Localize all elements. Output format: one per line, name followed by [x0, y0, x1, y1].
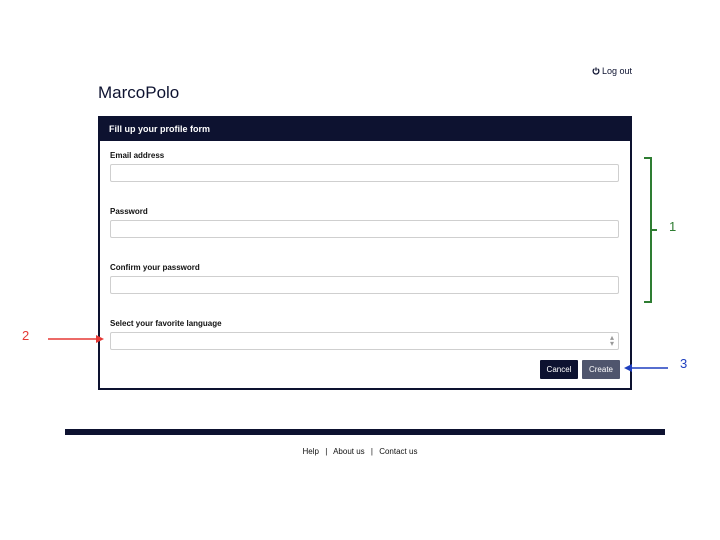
footer-link-about[interactable]: About us — [333, 447, 365, 456]
logout-link[interactable]: Log out — [592, 66, 632, 76]
annotation-label-3: 3 — [680, 356, 688, 371]
password-label: Password — [110, 207, 148, 216]
language-select[interactable]: ▴ ▾ — [110, 332, 619, 350]
footer-separator: | — [325, 447, 328, 456]
annotation-label-2: 2 — [22, 328, 30, 343]
password-field[interactable] — [110, 220, 619, 238]
power-icon — [592, 67, 600, 75]
footer-divider — [65, 429, 665, 435]
form-title: Fill up your profile form — [100, 118, 630, 141]
footer-link-contact[interactable]: Contact us — [379, 447, 417, 456]
brand-title: MarcoPolo — [98, 83, 180, 102]
email-label: Email address — [110, 151, 165, 160]
annotation-bracket-1 — [644, 157, 652, 303]
footer-separator: | — [370, 447, 373, 456]
create-button[interactable]: Create — [582, 360, 620, 379]
email-field[interactable] — [110, 164, 619, 182]
footer-link-help[interactable]: Help — [303, 447, 319, 456]
annotation-label-1: 1 — [669, 219, 677, 234]
language-label: Select your favorite language — [110, 319, 222, 328]
logout-label: Log out — [602, 66, 633, 76]
select-arrows-icon: ▴ ▾ — [609, 333, 614, 348]
cancel-button[interactable]: Cancel — [540, 360, 578, 379]
profile-form-card: Fill up your profile form Email address … — [98, 116, 632, 390]
confirm-password-label: Confirm your password — [110, 263, 200, 272]
confirm-password-field[interactable] — [110, 276, 619, 294]
footer-links: Help | About us | Contact us — [0, 447, 720, 456]
